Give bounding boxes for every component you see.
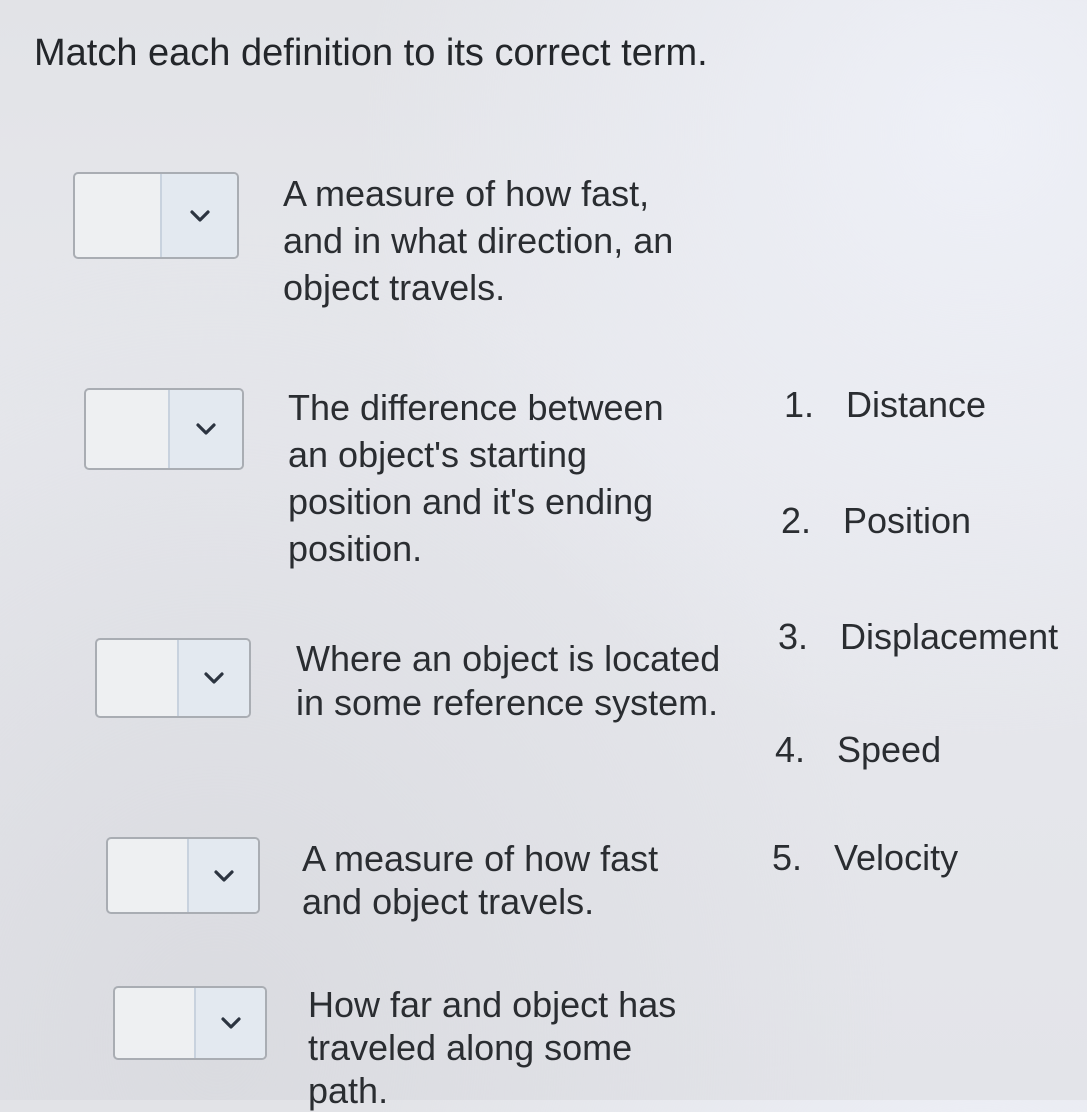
term-number: 1. [784,384,815,425]
definition-5: How far and object has traveled along so… [308,984,677,1111]
dropdown-value [75,174,159,257]
definition-3: Where an object is located in some refer… [296,638,721,723]
answer-dropdown-5[interactable] [113,986,267,1060]
answer-dropdown-4[interactable] [106,837,260,914]
answer-dropdown-2[interactable] [84,388,244,470]
chevron-down-icon [168,390,242,468]
term-number: 4. [775,729,806,770]
term-label: Position [843,500,972,541]
answer-dropdown-1[interactable] [73,172,239,259]
term-4: 4. Speed [775,729,941,771]
term-3: 3. Displacement [778,616,1058,658]
answer-dropdown-3[interactable] [95,638,251,718]
term-label: Speed [837,729,942,770]
dropdown-value [115,988,193,1058]
term-label: Displacement [840,616,1059,657]
dropdown-value [108,839,186,912]
dropdown-value [86,390,167,468]
term-2: 2. Position [781,500,971,542]
term-number: 5. [772,837,803,878]
chevron-down-icon [194,988,265,1058]
chevron-down-icon [187,839,258,912]
term-number: 2. [781,500,812,541]
chevron-down-icon [160,174,237,257]
term-number: 3. [778,616,809,657]
term-5: 5. Velocity [772,837,958,879]
definition-1: A measure of how fast, and in what direc… [283,173,674,308]
definition-4: A measure of how fast and object travels… [302,838,659,922]
term-label: Velocity [834,837,959,878]
chevron-down-icon [177,640,249,716]
term-1: 1. Distance [784,384,986,426]
definition-2: The difference between an object's start… [288,387,664,569]
question-instructions: Match each definition to its correct ter… [34,32,708,74]
dropdown-value [97,640,176,716]
term-label: Distance [846,384,987,425]
